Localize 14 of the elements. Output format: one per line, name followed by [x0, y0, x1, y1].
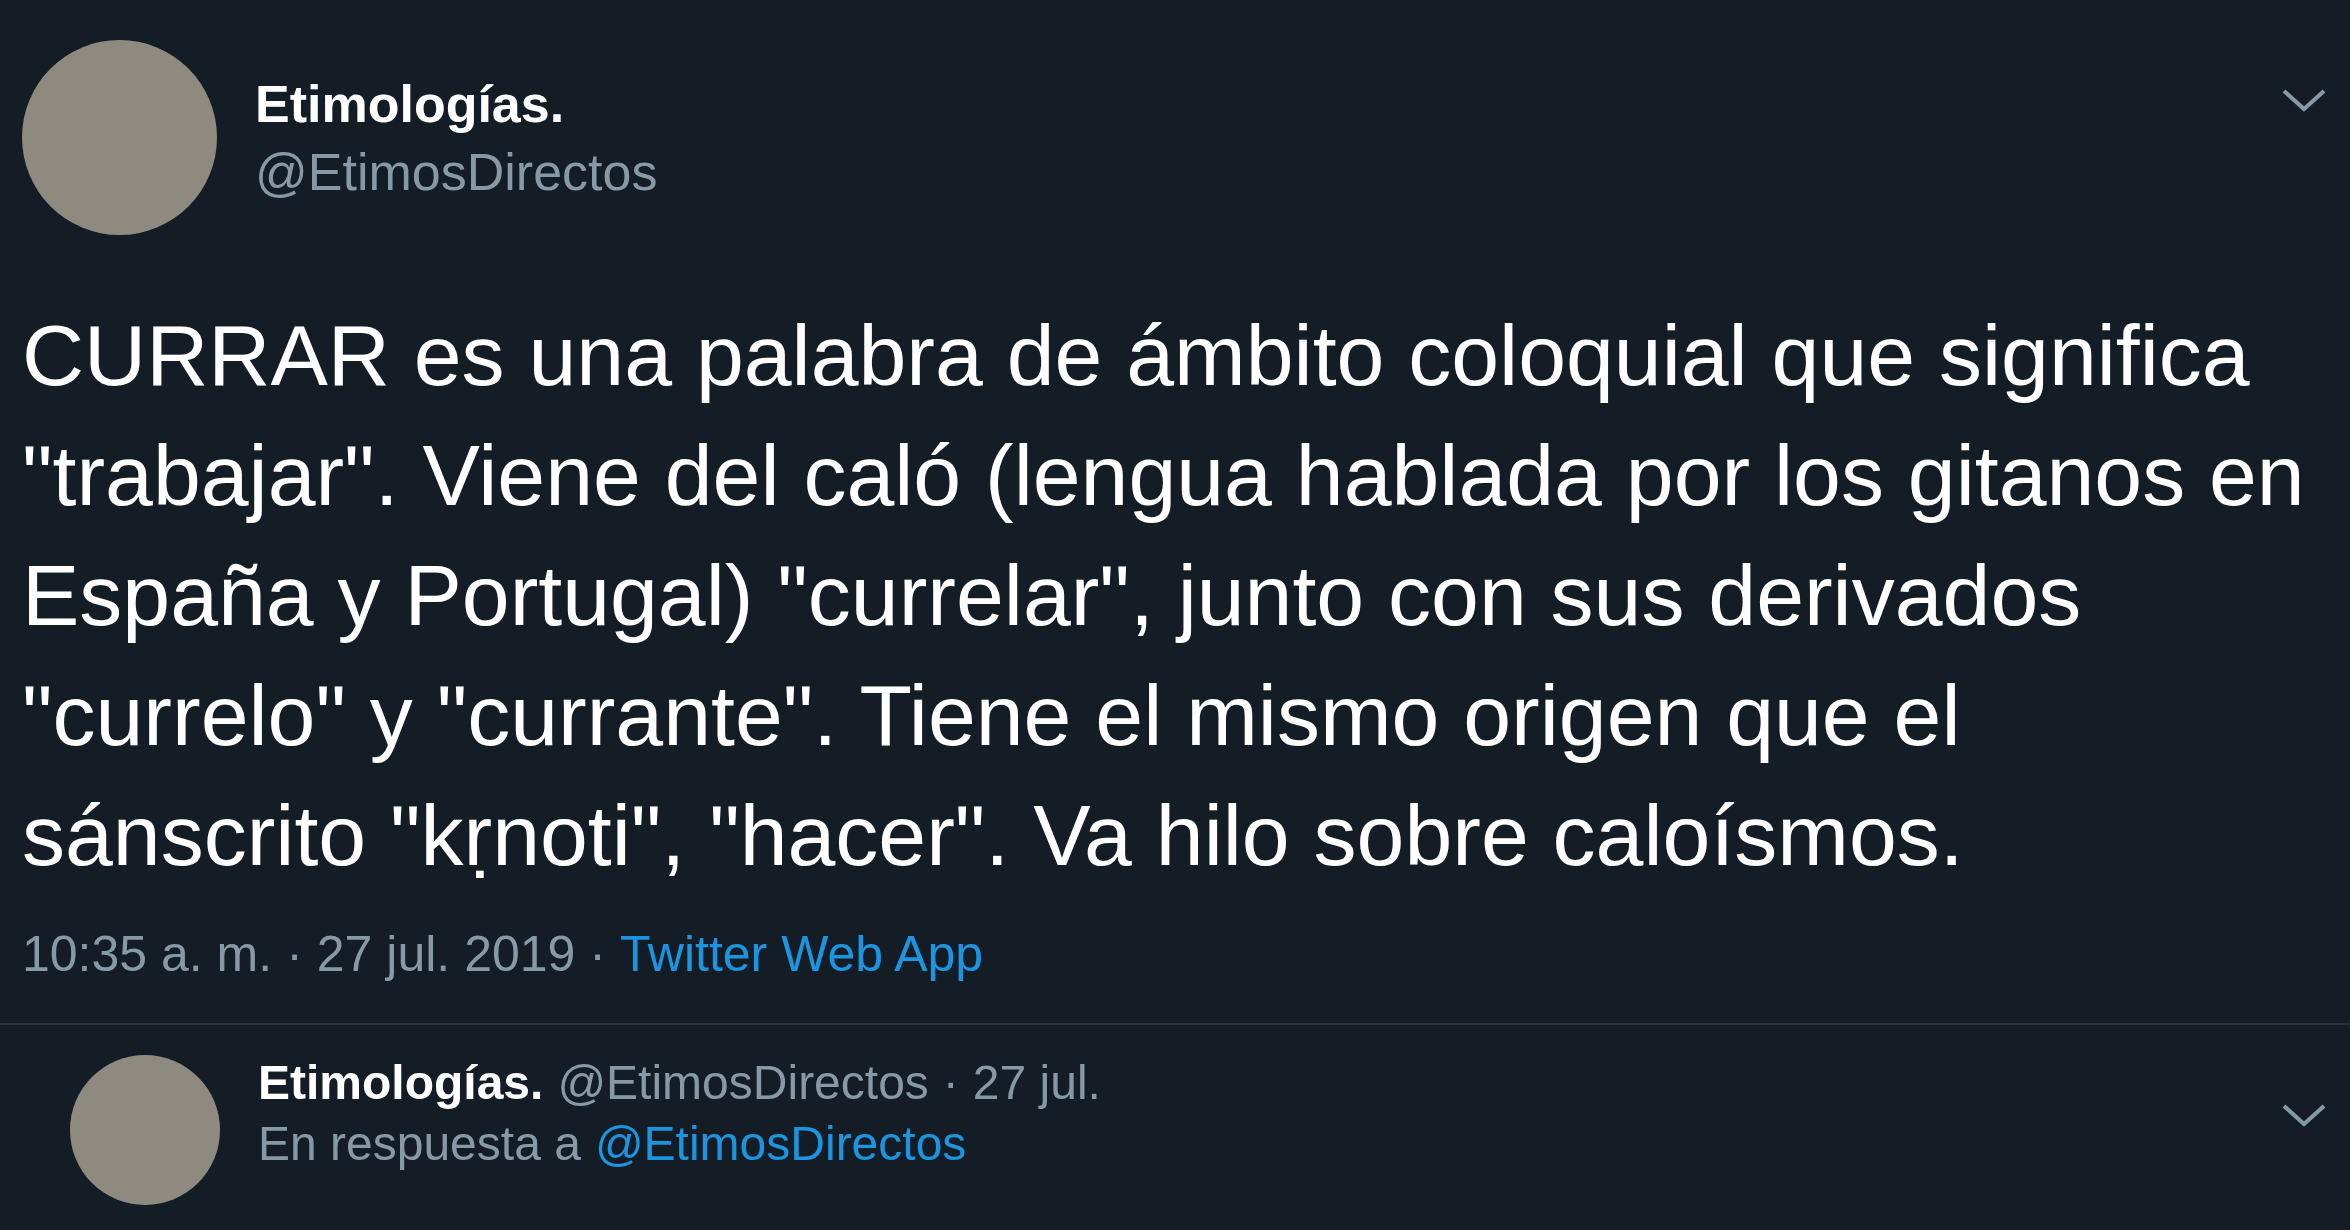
separator-dot: · [286, 925, 303, 983]
tweet-text: CURRAR es una palabra de ámbito coloquial que significa "trabajar". Viene del caló (lengua hablada por los gitanos en España y Portugal) "currelar", junto con sus derivados "currelo" y "currante". Tiene el mismo origen que el sánscrito "kṛnoti", "hacer". Va hilo sobre caloísmos. [22, 306, 2306, 885]
reply-to-link[interactable]: @EtimosDirectos [594, 1116, 967, 1171]
separator-dot: · [942, 1055, 959, 1110]
username: @EtimosDirectos [557, 1055, 929, 1110]
username: @EtimosDirectos [255, 141, 659, 202]
display-name: Etimologías. [255, 73, 566, 134]
tweet-date: 27 jul. [972, 1055, 1101, 1110]
tweet-time: 10:35 a. m. [22, 925, 273, 983]
separator-dot: · [589, 925, 606, 983]
source-link[interactable]: Twitter Web App [620, 925, 984, 983]
display-name: Etimologías. [258, 1055, 544, 1110]
reply-label: En respuesta a [258, 1116, 581, 1171]
tweet-date: 27 jul. 2019 [316, 925, 576, 983]
